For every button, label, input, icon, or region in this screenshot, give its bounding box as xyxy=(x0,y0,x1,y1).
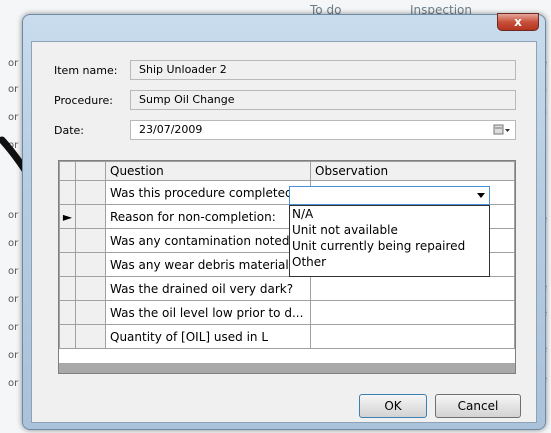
question-cell: Was the oil level low prior to d... xyxy=(105,300,311,325)
grid-corner-2 xyxy=(75,161,106,181)
question-cell: Reason for non-completion: xyxy=(105,204,311,229)
row-header[interactable] xyxy=(59,324,76,349)
close-icon: x xyxy=(514,15,522,29)
table-row[interactable]: Quantity of [OIL] used in L xyxy=(59,324,515,349)
question-cell: Quantity of [OIL] used in L xyxy=(105,324,311,349)
question-cell: Was the drained oil very dark? xyxy=(105,276,311,301)
background-mark: or xyxy=(8,84,19,95)
table-row[interactable]: Was the drained oil very dark? xyxy=(59,276,515,301)
dropdown-option[interactable]: Other xyxy=(292,254,487,270)
background-mark: or xyxy=(8,58,19,69)
row-spacer xyxy=(75,300,106,325)
date-value: 23/07/2009 xyxy=(139,123,203,136)
row-spacer xyxy=(75,204,106,229)
calendar-dropdown-icon[interactable] xyxy=(493,123,511,137)
table-row[interactable]: Was the oil level low prior to d... xyxy=(59,300,515,325)
background-mark: or xyxy=(8,238,19,249)
row-spacer xyxy=(75,252,106,277)
background-mark: or xyxy=(8,322,19,333)
row-header[interactable] xyxy=(59,300,76,325)
background-mark: or xyxy=(8,112,19,123)
current-row-indicator-icon[interactable]: ► xyxy=(59,204,76,229)
background-mark: or xyxy=(8,378,19,389)
procedure-label: Procedure: xyxy=(54,94,113,107)
row-spacer xyxy=(75,228,106,253)
chevron-down-icon[interactable] xyxy=(477,193,485,198)
background-mark: or xyxy=(8,294,19,305)
date-field[interactable]: 23/07/2009 xyxy=(130,120,516,140)
column-header-question[interactable]: Question xyxy=(105,161,311,181)
observation-cell[interactable] xyxy=(310,276,515,301)
observation-cell[interactable] xyxy=(310,324,515,349)
dropdown-option[interactable]: N/A xyxy=(292,206,487,222)
background-mark: or xyxy=(8,210,19,221)
grid-corner xyxy=(59,161,76,181)
row-header[interactable] xyxy=(59,252,76,277)
cancel-button[interactable]: Cancel xyxy=(435,394,521,418)
background-mark: or xyxy=(8,266,19,277)
row-spacer xyxy=(75,180,106,205)
question-cell: Was any wear debris material ... xyxy=(105,252,311,277)
procedure-field: Sump Oil Change xyxy=(130,90,516,110)
ok-button[interactable]: OK xyxy=(359,394,427,418)
question-cell: Was any contamination noted? xyxy=(105,228,311,253)
question-cell: Was this procedure completed? xyxy=(105,180,311,205)
reason-combo-box[interactable] xyxy=(289,186,490,205)
date-label: Date: xyxy=(54,124,84,137)
grid-bottom-bar xyxy=(59,363,515,373)
row-header[interactable] xyxy=(59,276,76,301)
reason-dropdown-list: N/A Unit not available Unit currently be… xyxy=(289,205,490,277)
item-name-label: Item name: xyxy=(54,64,118,77)
row-spacer xyxy=(75,324,106,349)
background-mark: or xyxy=(8,350,19,361)
column-header-observation[interactable]: Observation xyxy=(310,161,515,181)
item-name-field: Ship Unloader 2 xyxy=(130,60,516,80)
dropdown-option[interactable]: Unit currently being repaired xyxy=(292,238,487,254)
row-spacer xyxy=(75,276,106,301)
close-button[interactable]: x xyxy=(497,13,539,31)
dropdown-option[interactable]: Unit not available xyxy=(292,222,487,238)
observation-cell[interactable] xyxy=(310,300,515,325)
background-left-column: or or or or or or or or or or or xyxy=(0,44,20,433)
row-header[interactable] xyxy=(59,228,76,253)
row-header[interactable] xyxy=(59,180,76,205)
